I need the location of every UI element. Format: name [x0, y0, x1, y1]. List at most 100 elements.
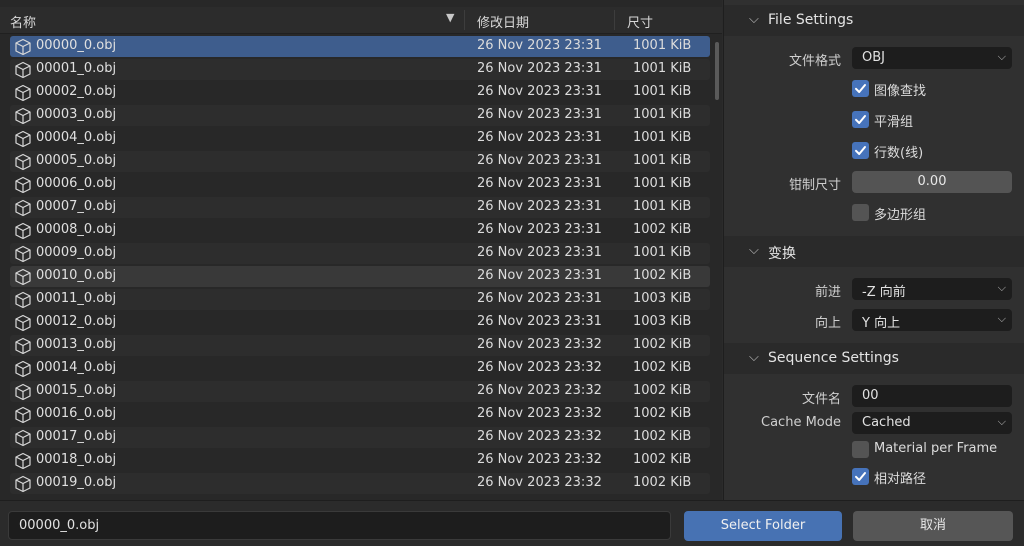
- forward-axis-value: -Z 向前: [862, 285, 906, 300]
- file-row[interactable]: 00011_0.obj 26 Nov 2023 23:31 1003 KiB: [10, 289, 710, 310]
- file-row[interactable]: 00013_0.obj 26 Nov 2023 23:32 1002 KiB: [10, 335, 710, 356]
- chevron-down-icon: ⌵: [749, 350, 759, 365]
- file-name: 00019_0.obj: [36, 475, 117, 490]
- file-settings-title: File Settings: [768, 12, 854, 28]
- forward-axis-dropdown[interactable]: -Z 向前 ⌵: [852, 278, 1012, 300]
- file-name: 00006_0.obj: [36, 176, 117, 191]
- file-row[interactable]: 00008_0.obj 26 Nov 2023 23:31 1002 KiB: [10, 220, 710, 241]
- file-name: 00000_0.obj: [36, 38, 117, 53]
- file-date: 26 Nov 2023 23:32: [477, 383, 602, 398]
- file-name: 00005_0.obj: [36, 153, 117, 168]
- cache-mode-dropdown[interactable]: Cached ⌵: [852, 412, 1012, 434]
- polygroups-label: 多边形组: [874, 208, 927, 223]
- relative-path-label: 相对路径: [874, 472, 927, 487]
- file-date: 26 Nov 2023 23:31: [477, 107, 602, 122]
- file-row[interactable]: 00019_0.obj 26 Nov 2023 23:32 1002 KiB: [10, 473, 710, 494]
- up-axis-dropdown[interactable]: Y 向上 ⌵: [852, 309, 1012, 331]
- transform-title: 变换: [768, 246, 796, 262]
- file-size: 1002 KiB: [633, 337, 692, 352]
- cache-mode-value: Cached: [862, 415, 911, 430]
- checkmark-icon: [855, 146, 866, 155]
- cancel-button[interactable]: 取消: [853, 511, 1013, 541]
- filename-input[interactable]: [8, 511, 671, 540]
- file-format-dropdown[interactable]: OBJ ⌵: [852, 47, 1012, 69]
- file-size: 1001 KiB: [633, 245, 692, 260]
- checkmark-icon: [855, 115, 866, 124]
- file-row[interactable]: 00001_0.obj 26 Nov 2023 23:31 1001 KiB: [10, 59, 710, 80]
- clamp-size-field[interactable]: 0.00: [852, 171, 1012, 193]
- image-search-checkbox[interactable]: [852, 80, 869, 97]
- file-row[interactable]: 00006_0.obj 26 Nov 2023 23:31 1001 KiB: [10, 174, 710, 195]
- file-name: 00002_0.obj: [36, 84, 117, 99]
- column-divider[interactable]: [614, 10, 615, 30]
- file-name: 00010_0.obj: [36, 268, 117, 283]
- file-date: 26 Nov 2023 23:31: [477, 222, 602, 237]
- file-name: 00008_0.obj: [36, 222, 117, 237]
- column-date-header[interactable]: 修改日期: [477, 12, 529, 31]
- checkmark-icon: [855, 84, 866, 93]
- file-size: 1001 KiB: [633, 199, 692, 214]
- file-date: 26 Nov 2023 23:31: [477, 61, 602, 76]
- file-size: 1003 KiB: [633, 291, 692, 306]
- settings-panel: ⌵ File Settings 文件格式 OBJ ⌵ 图像查找 平滑组 行数(线…: [723, 0, 1024, 500]
- file-date: 26 Nov 2023 23:32: [477, 337, 602, 352]
- chevron-down-icon: ⌵: [997, 312, 1006, 325]
- smooth-groups-checkbox[interactable]: [852, 111, 869, 128]
- sort-descending-icon[interactable]: ▼: [446, 11, 454, 24]
- file-row[interactable]: 00017_0.obj 26 Nov 2023 23:32 1002 KiB: [10, 427, 710, 448]
- file-row[interactable]: 00004_0.obj 26 Nov 2023 23:31 1001 KiB: [10, 128, 710, 149]
- file-name: 00011_0.obj: [36, 291, 117, 306]
- file-size: 1001 KiB: [633, 61, 692, 76]
- file-list-scrollbar[interactable]: [715, 42, 719, 100]
- chevron-down-icon: ⌵: [997, 415, 1006, 428]
- select-folder-button[interactable]: Select Folder: [684, 511, 842, 541]
- file-size: 1001 KiB: [633, 176, 692, 191]
- file-size: 1002 KiB: [633, 406, 692, 421]
- filename-field[interactable]: 00: [852, 385, 1012, 407]
- image-search-label: 图像查找: [874, 84, 927, 99]
- file-name: 00009_0.obj: [36, 245, 117, 260]
- file-row[interactable]: 00016_0.obj 26 Nov 2023 23:32 1002 KiB: [10, 404, 710, 425]
- file-date: 26 Nov 2023 23:31: [477, 176, 602, 191]
- sequence-settings-header[interactable]: ⌵ Sequence Settings: [724, 343, 1024, 374]
- file-row[interactable]: 00012_0.obj 26 Nov 2023 23:31 1003 KiB: [10, 312, 710, 333]
- file-size: 1002 KiB: [633, 475, 692, 490]
- lines-checkbox[interactable]: [852, 142, 869, 159]
- file-date: 26 Nov 2023 23:31: [477, 291, 602, 306]
- file-date: 26 Nov 2023 23:31: [477, 268, 602, 283]
- file-size: 1001 KiB: [633, 84, 692, 99]
- file-row[interactable]: 00009_0.obj 26 Nov 2023 23:31 1001 KiB: [10, 243, 710, 264]
- file-row[interactable]: 00000_0.obj 26 Nov 2023 23:31 1001 KiB: [10, 36, 710, 57]
- file-row[interactable]: 00010_0.obj 26 Nov 2023 23:31 1002 KiB: [10, 266, 710, 287]
- file-row[interactable]: 00003_0.obj 26 Nov 2023 23:31 1001 KiB: [10, 105, 710, 126]
- chevron-down-icon: ⌵: [749, 12, 759, 27]
- file-name: 00013_0.obj: [36, 337, 117, 352]
- file-row[interactable]: 00015_0.obj 26 Nov 2023 23:32 1002 KiB: [10, 381, 710, 402]
- column-size-header[interactable]: 尺寸: [627, 12, 653, 31]
- file-format-value: OBJ: [862, 50, 885, 65]
- file-row[interactable]: 00002_0.obj 26 Nov 2023 23:31 1001 KiB: [10, 82, 710, 103]
- transform-header[interactable]: ⌵ 变换: [724, 236, 1024, 267]
- material-per-frame-label: Material per Frame: [874, 441, 998, 456]
- cache-mode-label: Cache Mode: [761, 415, 841, 430]
- column-name-header[interactable]: 名称: [10, 12, 36, 31]
- chevron-down-icon: ⌵: [997, 281, 1006, 294]
- file-row[interactable]: 00014_0.obj 26 Nov 2023 23:32 1002 KiB: [10, 358, 710, 379]
- file-date: 26 Nov 2023 23:31: [477, 245, 602, 260]
- file-date: 26 Nov 2023 23:32: [477, 406, 602, 421]
- file-settings-header[interactable]: ⌵ File Settings: [724, 5, 1024, 36]
- file-row[interactable]: 00018_0.obj 26 Nov 2023 23:32 1002 KiB: [10, 450, 710, 471]
- file-list-header: 名称 ▼ 修改日期 尺寸: [0, 7, 722, 34]
- file-size: 1002 KiB: [633, 268, 692, 283]
- material-per-frame-checkbox[interactable]: [852, 441, 869, 458]
- checkmark-icon: [855, 472, 866, 481]
- relative-path-checkbox[interactable]: [852, 468, 869, 485]
- file-row[interactable]: 00007_0.obj 26 Nov 2023 23:31 1001 KiB: [10, 197, 710, 218]
- polygroups-checkbox[interactable]: [852, 204, 869, 221]
- file-name: 00017_0.obj: [36, 429, 117, 444]
- file-row[interactable]: 00005_0.obj 26 Nov 2023 23:31 1001 KiB: [10, 151, 710, 172]
- file-size: 1002 KiB: [633, 222, 692, 237]
- file-name: 00007_0.obj: [36, 199, 117, 214]
- column-divider[interactable]: [464, 10, 465, 30]
- chevron-down-icon: ⌵: [749, 243, 759, 258]
